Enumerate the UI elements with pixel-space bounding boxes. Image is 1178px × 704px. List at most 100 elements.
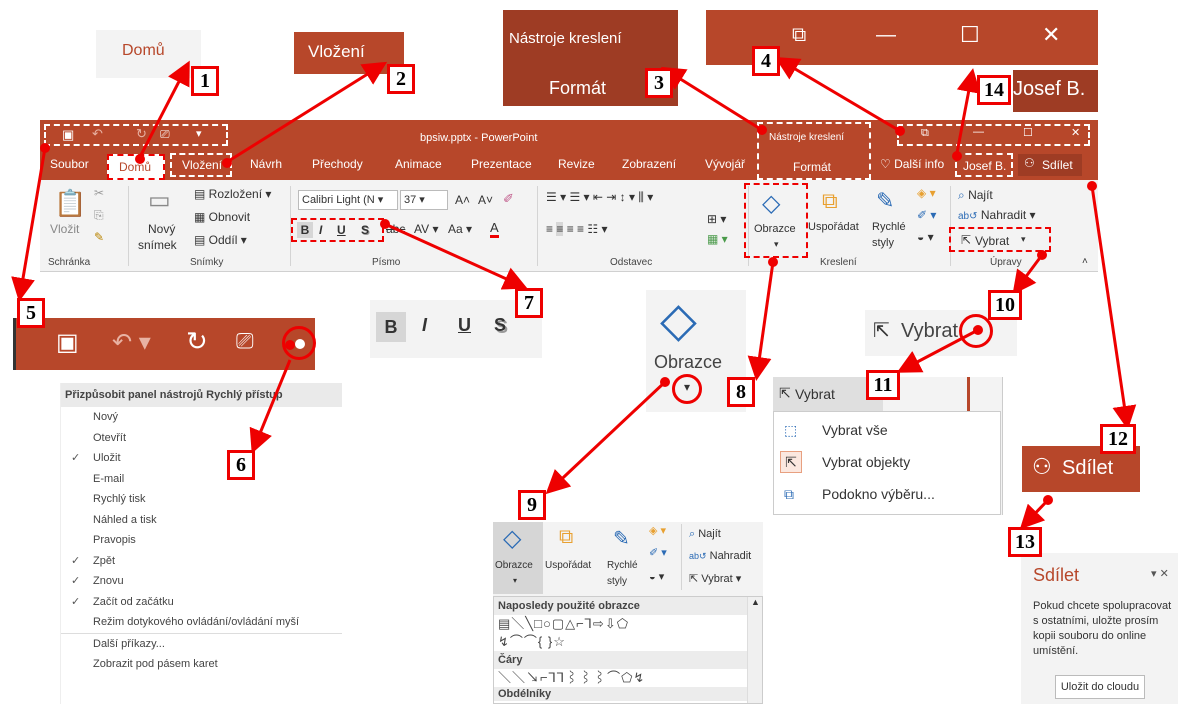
gallery-styles-icon[interactable]: ✎ (613, 526, 630, 551)
qat-menu-item[interactable]: Rychlý tisk (61, 489, 342, 510)
font-name-box[interactable]: Calibri Light (N ▾ (298, 190, 398, 210)
share-button[interactable]: ⚇ Sdílet (1018, 154, 1082, 176)
italic-button[interactable]: I (319, 223, 322, 237)
save-icon[interactable]: ▣ (62, 127, 74, 143)
quick-styles-label-2[interactable]: styly (872, 237, 894, 249)
copy-icon[interactable]: ⎘ (94, 208, 104, 223)
gallery-effects-icon[interactable]: ◒ ▾ (649, 570, 664, 583)
replace-button[interactable]: ab↺ Nahradit ▾ (958, 208, 1036, 222)
change-case-icon[interactable]: Aa ▾ (448, 222, 472, 236)
font-size-box[interactable]: 37 ▾ (400, 190, 448, 210)
gallery-find[interactable]: ⌕ Najít (689, 528, 721, 541)
gallery-outline-icon[interactable]: ✐ ▾ (649, 546, 667, 559)
grow-font-icon[interactable]: A˄ (455, 193, 470, 207)
qat-menu-item[interactable]: Náhled a tisk (61, 510, 342, 531)
share-pane-options-icon[interactable]: ▾ ✕ (1151, 567, 1169, 580)
cut-icon[interactable]: ✂ (94, 186, 104, 200)
new-slide-icon[interactable]: ▭ (148, 186, 171, 215)
char-spacing-icon[interactable]: AV ▾ (414, 222, 438, 236)
shrink-font-icon[interactable]: A˅ (478, 193, 493, 207)
qat-menu-item[interactable]: Další příkazy... (61, 632, 342, 655)
undo-icon[interactable]: ↶ (92, 126, 103, 142)
recent-shapes-row-1[interactable]: ▤＼╲□○▢△⌐⅂⇨⇩⬠ (494, 615, 762, 633)
gallery-select[interactable]: ⇱ Vybrat ▾ (689, 572, 741, 585)
qat-menu-item[interactable]: ✓ Uložit (61, 448, 342, 469)
tell-me[interactable]: ♡ Další info (880, 157, 944, 171)
start-from-beginning-icon[interactable]: ⎚ (160, 127, 170, 142)
font-color-icon[interactable]: A (490, 220, 499, 238)
tab-soubor[interactable]: Soubor (50, 157, 89, 171)
tab-vlozeni[interactable]: Vložení (170, 153, 232, 177)
align-icons[interactable]: ≡ ≡ ≡ ≡ ☷ ▾ (546, 222, 607, 236)
shapes-button[interactable]: ◇ Obrazce ▾ (744, 183, 808, 258)
qat-menu-item[interactable]: Nový (61, 407, 342, 428)
ribbon-display-icon[interactable]: ⧉ (921, 127, 929, 140)
align-text-icon[interactable]: ▦ ▾ (707, 232, 728, 246)
redo-icon[interactable]: ↻ (136, 126, 147, 142)
select-menu-button[interactable]: Vybrat (795, 386, 835, 402)
select-objects-item[interactable]: ⇱ Vybrat objekty (774, 446, 1000, 478)
tab-revize[interactable]: Revize (558, 157, 595, 171)
close-icon[interactable]: ✕ (1042, 22, 1060, 48)
gallery-styles-label-2[interactable]: styly (607, 576, 627, 587)
tab-prechody[interactable]: Přechody (312, 157, 363, 171)
tab-format[interactable]: Formát (793, 160, 831, 174)
underline-button[interactable]: U (337, 223, 346, 237)
shape-outline-icon[interactable]: ✐ ▾ (917, 208, 936, 222)
select-button[interactable]: ⇱ Vybrat ▾ (949, 227, 1051, 252)
section-button[interactable]: ▤ Oddíl ▾ (194, 233, 247, 247)
shadow-button[interactable]: S (361, 223, 369, 237)
restore-ribbon-icon[interactable]: ⧉ (792, 24, 806, 47)
qat-menu-item[interactable]: Zobrazit pod pásem karet (61, 654, 342, 675)
shapes-gallery-button[interactable]: ◇ Obrazce ▾ (493, 522, 543, 594)
paste-label[interactable]: Vložit (50, 222, 79, 236)
select-all-item[interactable]: ⬚ Vybrat vše (774, 414, 1000, 446)
new-slide-label-2[interactable]: snímek (138, 238, 177, 252)
arrange-icon[interactable]: ⧉ (822, 188, 838, 214)
gallery-arrange-label[interactable]: Uspořádat (545, 560, 591, 571)
close-small-icon[interactable]: ✕ (1071, 126, 1080, 139)
strikethrough-icon[interactable]: abc (386, 222, 405, 236)
clear-format-icon[interactable]: ✐ (503, 191, 514, 207)
maximize-icon[interactable]: ☐ (960, 22, 980, 48)
gallery-arrange-icon[interactable]: ⧉ (559, 526, 573, 549)
qat-menu-item[interactable]: Režim dotykového ovládání/ovládání myší (61, 612, 342, 633)
collapse-ribbon-icon[interactable]: ˄ (1082, 256, 1088, 267)
maximize-small-icon[interactable]: ☐ (1023, 126, 1033, 139)
layout-button[interactable]: ▤ Rozložení ▾ (194, 187, 271, 201)
shapes-scrollbar[interactable]: ▲ (747, 597, 762, 703)
tab-navrh[interactable]: Návrh (250, 157, 282, 171)
save-to-cloud-button[interactable]: Uložit do cloudu (1055, 675, 1145, 699)
quick-styles-label-1[interactable]: Rychlé (872, 221, 906, 233)
qat-menu-item[interactable]: ✓ Zpět (61, 551, 342, 572)
paste-icon[interactable]: 📋 (54, 188, 86, 219)
bullets-icon[interactable]: ☰ ▾ ☰ ▾ ⇤ ⇥ ↕ ▾ ⫼ ▾ (546, 190, 653, 205)
customize-qat-icon[interactable]: ▾ (196, 127, 202, 140)
tab-prezentace[interactable]: Prezentace (471, 157, 532, 171)
gallery-fill-icon[interactable]: ◈ ▾ (649, 524, 666, 537)
selection-pane-item[interactable]: ⧉ Podokno výběru... (774, 478, 1000, 510)
shape-fill-icon[interactable]: ◈ ▾ (917, 186, 936, 200)
tab-vyvojar[interactable]: Vývojář (705, 157, 745, 171)
text-direction-icon[interactable]: ⊞ ▾ (707, 212, 726, 226)
tab-zobrazeni[interactable]: Zobrazení (622, 157, 676, 171)
qat-menu-item[interactable]: Otevřít (61, 428, 342, 449)
format-painter-icon[interactable]: ✎ (94, 230, 104, 244)
quick-styles-icon[interactable]: ✎ (876, 188, 894, 214)
scroll-up-icon[interactable]: ▲ (751, 597, 760, 607)
qat-menu-item[interactable]: ✓ Začít od začátku (61, 592, 342, 613)
new-slide-label-1[interactable]: Nový (148, 222, 175, 236)
find-button[interactable]: ⌕ Najít (958, 188, 993, 203)
gallery-replace[interactable]: ab↺ Nahradit (689, 550, 751, 562)
qat-menu-item[interactable]: E-mail (61, 469, 342, 490)
qat-menu-item[interactable]: Pravopis (61, 530, 342, 551)
reset-button[interactable]: ▦ Obnovit (194, 210, 250, 224)
bold-button[interactable]: B (297, 222, 313, 238)
minimize-small-icon[interactable]: — (973, 126, 984, 138)
arrange-label[interactable]: Uspořádat (808, 221, 859, 233)
shape-effects-icon[interactable]: ◒ ▾ (917, 230, 934, 244)
gallery-styles-label-1[interactable]: Rychlé (607, 560, 638, 571)
tab-domu[interactable]: Domů (107, 154, 165, 180)
qat-menu-item[interactable]: ✓ Znovu (61, 571, 342, 592)
user-account[interactable]: Josef B. (955, 153, 1013, 177)
